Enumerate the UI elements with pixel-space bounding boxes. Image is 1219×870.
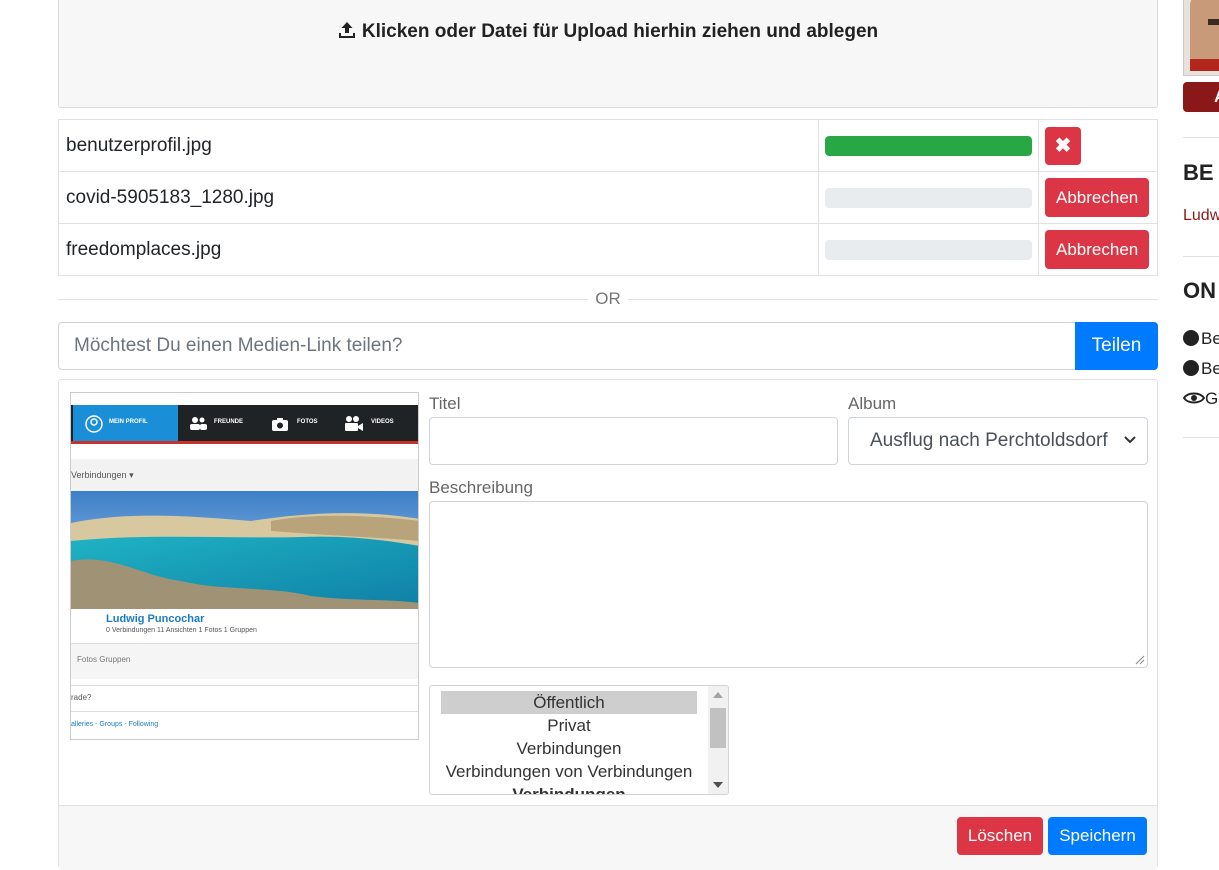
save-button[interactable]: Speichern [1048, 817, 1147, 855]
privacy-listbox[interactable]: Öffentlich Privat Verbindungen Verbindun… [429, 685, 729, 795]
description-label: Beschreibung [429, 478, 533, 497]
image-preview: MEIN PROFIL FREUNDE FOTOS VIDEOS Verbind… [70, 392, 419, 740]
sidebar-action-button[interactable]: A [1183, 82, 1219, 112]
privacy-option[interactable]: Verbindungen [441, 737, 697, 760]
remove-file-button[interactable]: ✖ [1045, 126, 1081, 165]
or-divider: OR [588, 289, 628, 309]
title-label: Titel [429, 394, 461, 413]
preview-nav-item: FREUNDE [214, 419, 244, 425]
privacy-option[interactable]: Verbindungen [441, 783, 697, 794]
upload-icon [338, 21, 356, 45]
sidebar-heading: ON [1183, 278, 1216, 303]
close-icon: ✖ [1054, 134, 1072, 157]
user-circle-icon [85, 415, 103, 433]
media-edit-card: MEIN PROFIL FREUNDE FOTOS VIDEOS Verbind… [58, 379, 1158, 870]
progress-bar [825, 187, 1032, 208]
eye-icon [1182, 392, 1206, 404]
beach-photo [71, 491, 418, 609]
media-link-input[interactable] [58, 322, 1076, 370]
progress-fill [825, 135, 1032, 156]
cancel-upload-button[interactable]: Abbrechen [1045, 178, 1150, 217]
privacy-option[interactable]: Privat [441, 714, 697, 737]
preview-question: rade? [71, 693, 92, 702]
preview-nav-item: MEIN PROFIL [109, 419, 148, 425]
file-name: freedomplaces.jpg [58, 223, 819, 276]
preview-nav-item: VIDEOS [371, 419, 394, 425]
progress-bar [825, 239, 1032, 260]
table-row: benutzerprofil.jpg ✖ [58, 119, 1158, 172]
album-selected: Ausflug nach Perchtoldsdorf [870, 430, 1108, 451]
description-textarea[interactable] [429, 501, 1148, 668]
circle-icon [1183, 360, 1199, 376]
file-name: covid-5905183_1280.jpg [58, 171, 819, 224]
scrollbar-thumb[interactable] [710, 708, 726, 748]
camera-icon [272, 418, 288, 431]
share-button[interactable]: Teilen [1075, 322, 1158, 370]
preview-footer-links: alleries - Groups - Following [71, 721, 159, 728]
sidebar-user-link[interactable]: Ludw [1183, 207, 1219, 225]
dropzone-label: Klicken oder Datei für Upload hierhin zi… [59, 21, 1157, 45]
sidebar-list-item[interactable]: G [1182, 389, 1218, 409]
resize-handle-icon[interactable] [1135, 655, 1145, 665]
users-icon [190, 417, 207, 430]
preview-stats: 0 Verbindungen 11 Ansichten 1 Fotos 1 Gr… [106, 627, 257, 634]
scroll-up-icon[interactable] [713, 692, 723, 698]
preview-tabs: Fotos Gruppen [77, 655, 131, 664]
upload-dropzone[interactable]: Klicken oder Datei für Upload hierhin zi… [58, 0, 1158, 108]
video-icon [345, 416, 363, 431]
sidebar-list-item[interactable]: Be [1183, 329, 1219, 349]
scroll-down-icon[interactable] [713, 782, 723, 788]
file-name: benutzerprofil.jpg [58, 119, 819, 172]
album-label: Album [848, 394, 897, 413]
table-row: freedomplaces.jpg Abbrechen [58, 223, 1158, 276]
sidebar-list-item[interactable]: Be [1183, 359, 1219, 379]
avatar[interactable] [1183, 0, 1219, 76]
title-input[interactable] [429, 417, 838, 465]
upload-file-table: benutzerprofil.jpg ✖ covid-5905183_1280.… [58, 119, 1158, 276]
avatar-photo [1184, 0, 1219, 75]
preview-nav-item: FOTOS [297, 419, 318, 425]
privacy-option[interactable]: Öffentlich [441, 691, 697, 714]
preview-profile-name: Ludwig Puncochar [106, 613, 205, 625]
album-select[interactable]: Ausflug nach Perchtoldsdorf [848, 417, 1148, 465]
card-footer: Löschen Speichern [59, 805, 1157, 870]
chevron-down-icon [1124, 436, 1136, 444]
delete-button[interactable]: Löschen [957, 817, 1043, 855]
dropzone-text: Klicken oder Datei für Upload hierhin zi… [361, 21, 879, 42]
privacy-option[interactable]: Verbindungen von Verbindungen [441, 760, 697, 783]
sidebar-heading: BE [1183, 160, 1214, 185]
table-row: covid-5905183_1280.jpg Abbrechen [58, 171, 1158, 224]
preview-connections: Verbindungen ▾ [71, 470, 134, 480]
progress-bar [825, 135, 1032, 156]
listbox-scrollbar[interactable] [708, 686, 728, 794]
cancel-upload-button[interactable]: Abbrechen [1045, 230, 1150, 269]
circle-icon [1183, 330, 1199, 346]
